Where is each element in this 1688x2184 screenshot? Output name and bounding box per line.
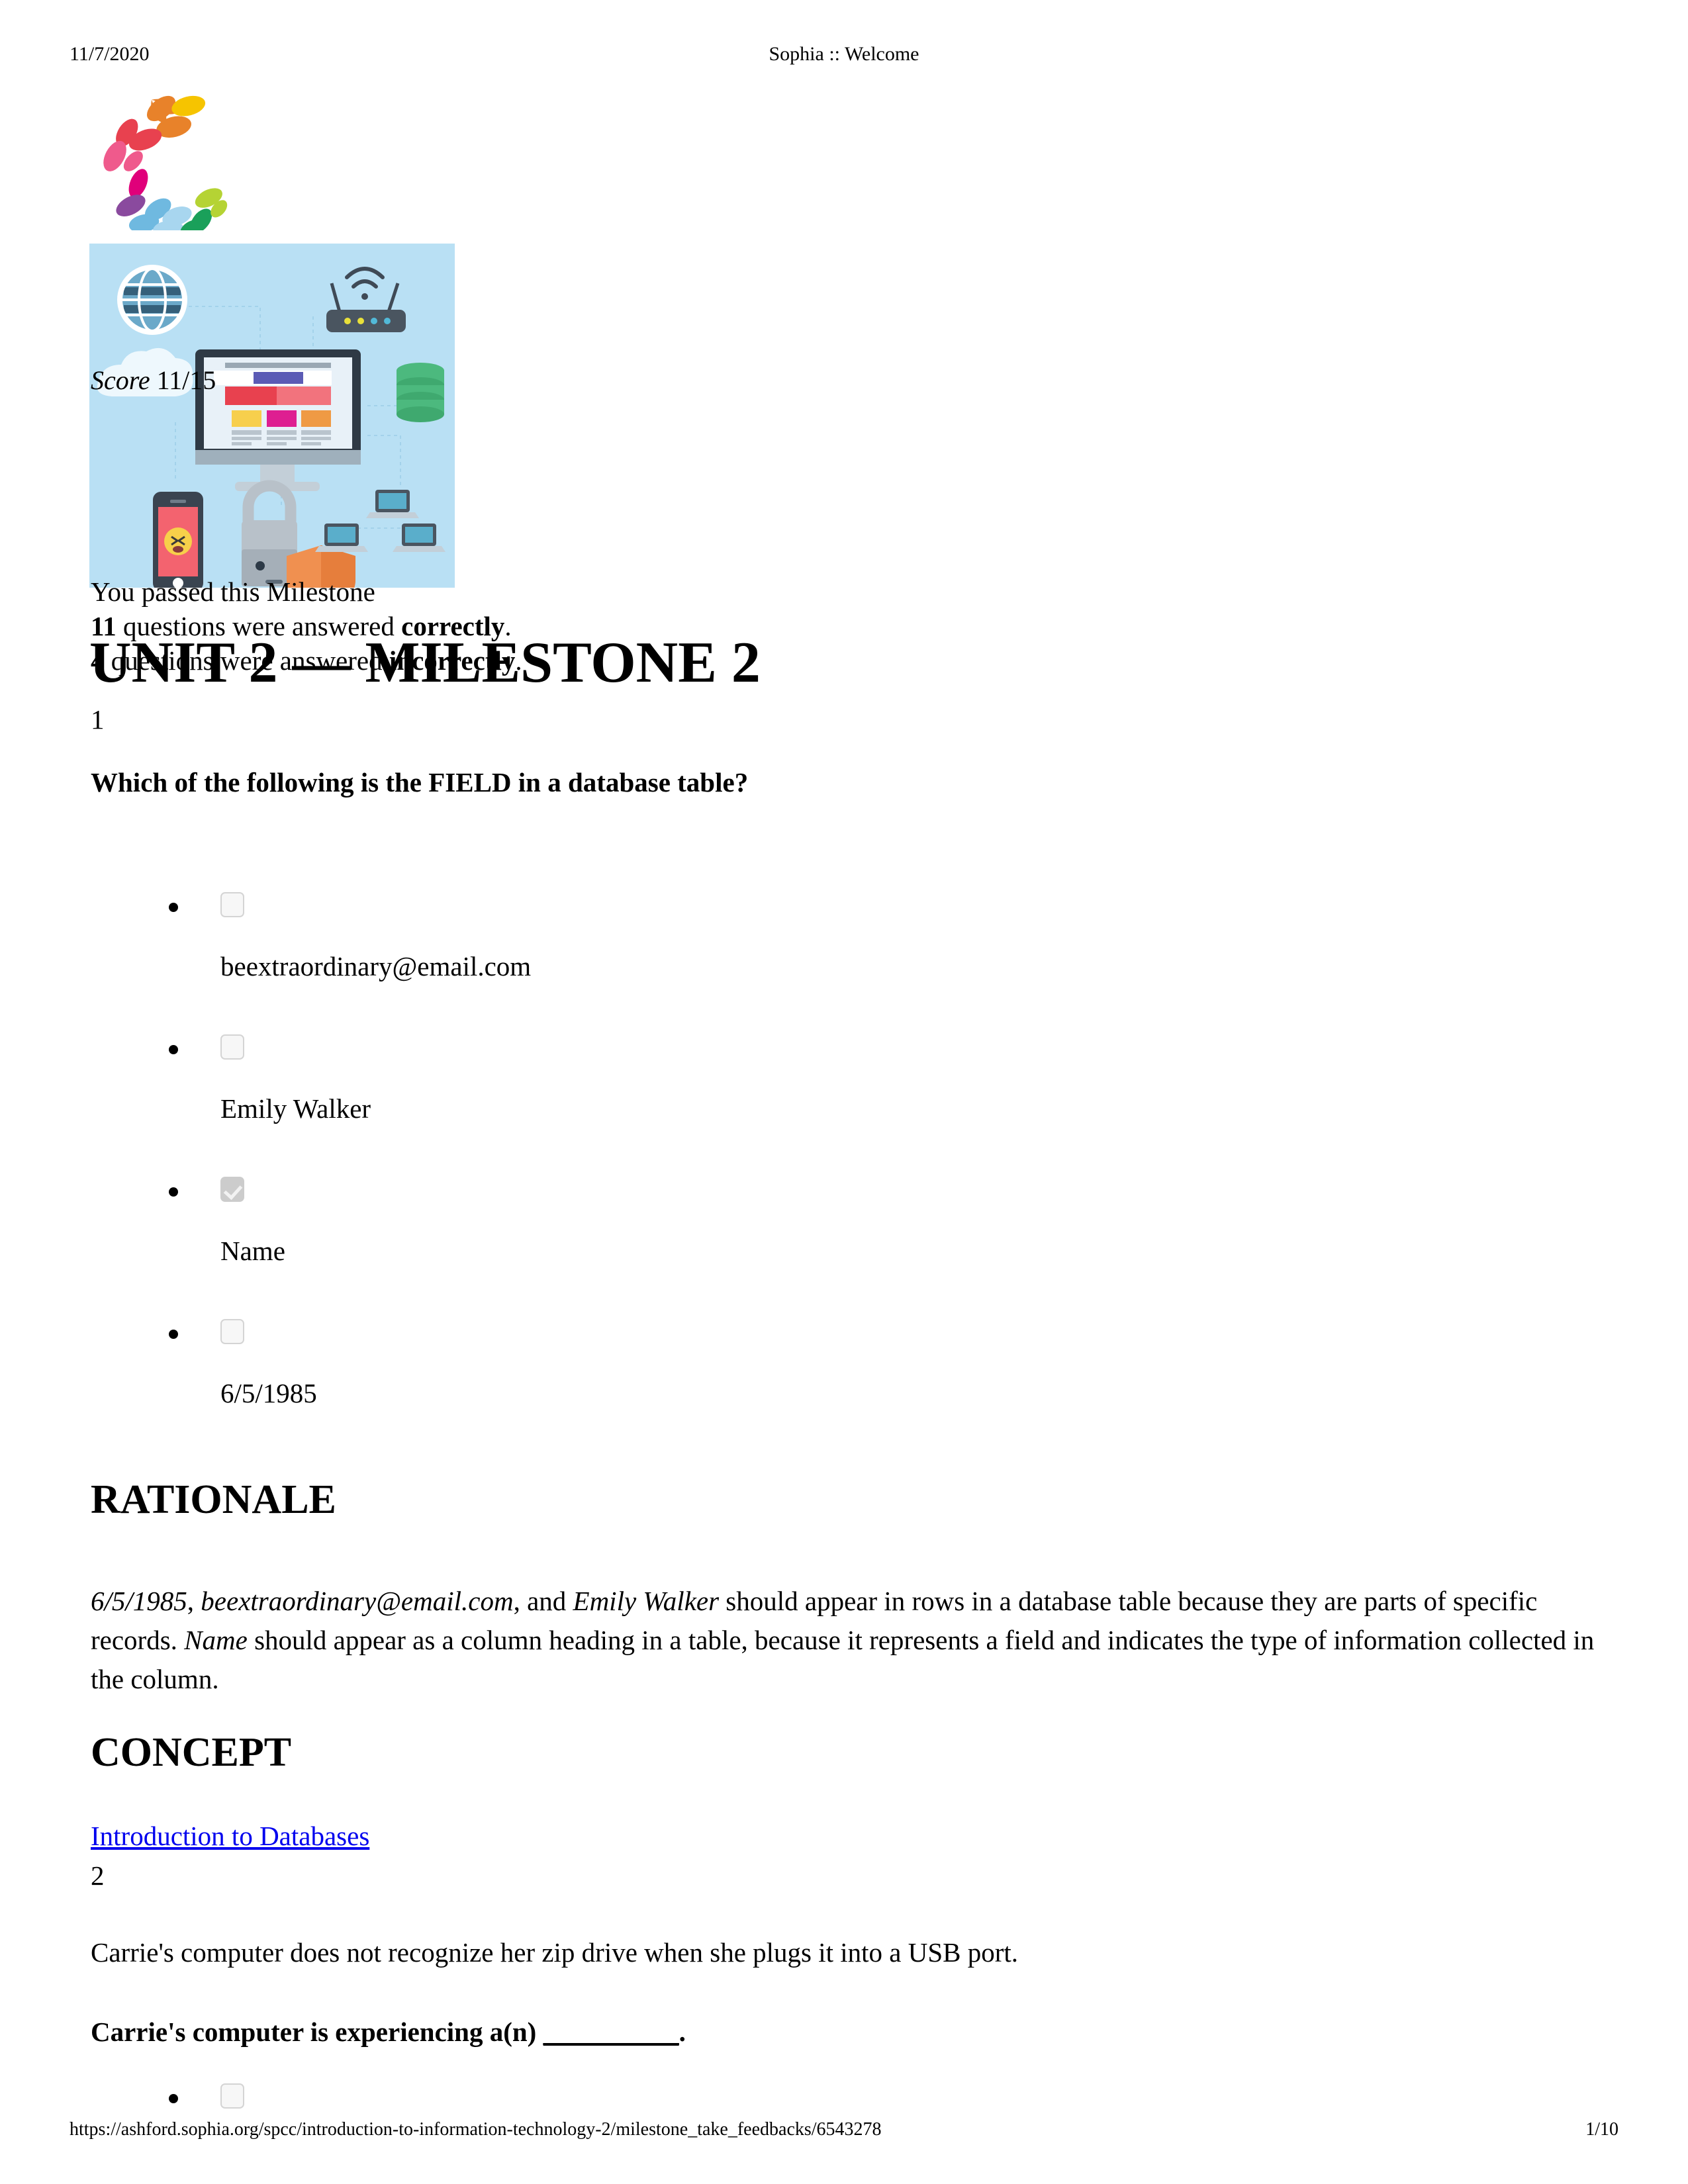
incorrect-mid: questions were answered <box>104 645 389 676</box>
rationale-text: 6/5/1985, beextraordinary@email.com, and… <box>91 1582 1600 1699</box>
correct-end: . <box>504 611 512 641</box>
answer-option-label: Emily Walker <box>220 1093 371 1124</box>
print-header: 11/7/2020 Sophia :: Welcome <box>0 41 1688 68</box>
question-prompt-2: Carrie's computer is experiencing a(n) _… <box>91 2016 686 2048</box>
print-footer: https://ashford.sophia.org/spcc/introduc… <box>0 2116 1688 2143</box>
answer-option-label: Name <box>220 1236 285 1266</box>
incorrect-end: . <box>515 645 522 676</box>
sophia-logo <box>93 78 245 230</box>
question-prompt-1: Which of the following is the FIELD in a… <box>91 767 749 797</box>
incorrect-count: 4 <box>91 645 105 676</box>
checkbox-icon-unchecked[interactable] <box>220 892 244 917</box>
score-label: Score <box>91 365 150 395</box>
question-number-2: 2 <box>91 1860 105 1891</box>
score-text: Score 11/15 <box>91 365 216 396</box>
prompt-blank: __________ <box>543 2017 679 2047</box>
print-page-number: 1/10 <box>1585 2119 1618 2140</box>
rationale-term-name: Name <box>184 1625 248 1655</box>
score-value: 11/15 <box>156 365 216 395</box>
bullet-icon <box>169 1330 178 1339</box>
concept-heading: CONCEPT <box>91 1730 292 1775</box>
rationale-t2: , and <box>513 1586 573 1616</box>
milestone-pass-text: You passed this Milestone <box>91 576 375 607</box>
bullet-icon <box>169 903 178 912</box>
question-stem-2: Carrie's computer does not recognize her… <box>91 1937 1019 1968</box>
incorrect-word: incorrectly <box>389 645 516 676</box>
bullet-icon <box>169 2094 178 2103</box>
milestone-banner-image <box>89 244 455 588</box>
answer-option-label: 6/5/1985 <box>220 1378 317 1408</box>
checkbox-icon-unchecked[interactable] <box>220 1034 244 1060</box>
rationale-term-person: Emily Walker <box>573 1586 720 1616</box>
bullet-icon <box>169 1045 178 1054</box>
rationale-term-email: beextraordinary@email.com <box>201 1586 514 1616</box>
print-url: https://ashford.sophia.org/spcc/introduc… <box>70 2119 882 2140</box>
prompt-post: . <box>679 2017 686 2047</box>
checkbox-icon-checked[interactable] <box>220 1177 244 1202</box>
rationale-heading: RATIONALE <box>91 1477 336 1522</box>
milestone-correct-line: 11 questions were answered correctly. <box>91 610 512 642</box>
rationale-t4: should appear as a column heading in a t… <box>91 1625 1595 1694</box>
prompt-pre: Carrie's computer is experiencing a(n) <box>91 2017 543 2047</box>
question-number-1: 1 <box>91 704 105 735</box>
concept-link-introduction-to-databases[interactable]: Introduction to Databases <box>91 1820 369 1852</box>
correct-count: 11 <box>91 611 117 641</box>
answer-option-label: beextraordinary@email.com <box>220 951 532 981</box>
checkbox-icon-unchecked[interactable] <box>220 1319 244 1344</box>
checkbox-icon-unchecked[interactable] <box>220 2083 244 2109</box>
rationale-t1: , <box>187 1586 201 1616</box>
correct-word: correctly <box>401 611 505 641</box>
correct-mid: questions were answered <box>116 611 402 641</box>
print-page-title: Sophia :: Welcome <box>769 43 919 65</box>
milestone-incorrect-line: 4 questions were answered incorrectly. <box>91 645 522 676</box>
rationale-term-date: 6/5/1985 <box>91 1586 187 1616</box>
bullet-icon <box>169 1187 178 1197</box>
